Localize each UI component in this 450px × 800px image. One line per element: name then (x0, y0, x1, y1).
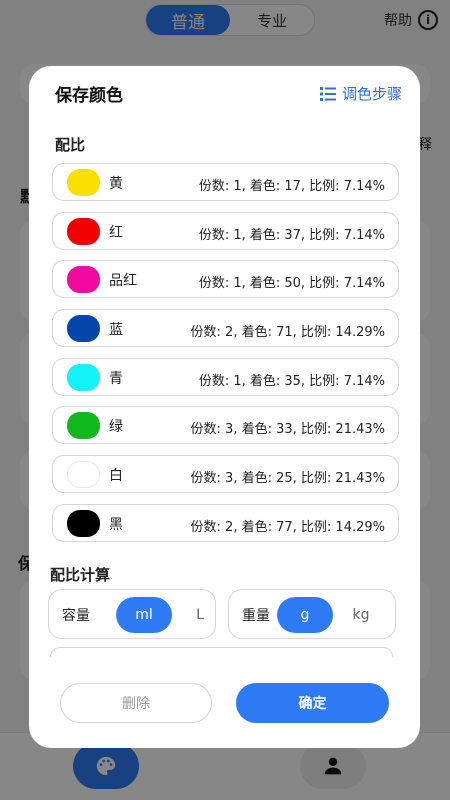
color-name: 品红 (109, 273, 137, 289)
color-name: 黑 (109, 517, 123, 533)
mixing-steps-label: 调色步骤 (341, 85, 402, 103)
save-color-dialog: 保存颜色 调色步骤 配比 黄 份数: 1, 着色: 17, 比例: 7.14% … (29, 66, 420, 748)
unit-kg-option[interactable]: kg (333, 597, 389, 633)
color-info: 份数: 3, 着色: 33, 比例: 21.43% (190, 422, 385, 437)
color-info: 份数: 2, 着色: 71, 比例: 14.29% (190, 325, 385, 340)
swatch-blue (67, 315, 100, 342)
delete-button[interactable]: 删除 (60, 683, 212, 723)
color-info: 份数: 1, 着色: 35, 比例: 7.14% (198, 374, 385, 389)
swatch-cyan (67, 364, 100, 391)
color-name: 红 (109, 225, 123, 241)
color-row-white: 白 份数: 3, 着色: 25, 比例: 21.43% (52, 455, 399, 493)
color-row-magenta: 品红 份数: 1, 着色: 50, 比例: 7.14% (52, 260, 399, 298)
swatch-red (67, 218, 100, 245)
weight-label: 重量 (242, 608, 270, 624)
color-info: 份数: 1, 着色: 17, 比例: 7.14% (198, 179, 385, 194)
swatch-black (67, 510, 100, 537)
color-name: 白 (109, 468, 123, 484)
list-icon (319, 86, 336, 101)
unit-g-option[interactable]: g (277, 597, 333, 633)
unit-ml-option[interactable]: ml (116, 597, 172, 633)
swatch-yellow (67, 169, 100, 196)
color-row-yellow: 黄 份数: 1, 着色: 17, 比例: 7.14% (52, 163, 399, 201)
swatch-green (67, 412, 100, 439)
calc-section-title: 配比计算 (50, 566, 111, 584)
calc-input-field[interactable] (50, 647, 393, 657)
volume-label: 容量 (62, 608, 90, 624)
weight-unit-selector: 重量 g kg (228, 589, 396, 639)
color-info: 份数: 1, 着色: 50, 比例: 7.14% (198, 276, 385, 291)
color-row-green: 绿 份数: 3, 着色: 33, 比例: 21.43% (52, 406, 399, 444)
color-row-black: 黑 份数: 2, 着色: 77, 比例: 14.29% (52, 504, 399, 542)
color-name: 青 (109, 371, 123, 387)
ratio-section-title: 配比 (55, 136, 86, 154)
unit-l-option[interactable]: L (172, 597, 228, 633)
swatch-white (67, 461, 100, 488)
confirm-button[interactable]: 确定 (236, 683, 389, 723)
color-row-red: 红 份数: 1, 着色: 37, 比例: 7.14% (52, 212, 399, 250)
volume-unit-selector: 容量 ml L (48, 589, 216, 639)
color-name: 蓝 (109, 322, 123, 338)
color-info: 份数: 1, 着色: 37, 比例: 7.14% (198, 228, 385, 243)
mixing-steps-link[interactable]: 调色步骤 (319, 83, 402, 104)
color-info: 份数: 3, 着色: 25, 比例: 21.43% (190, 471, 385, 486)
color-name: 黄 (109, 176, 123, 192)
color-row-blue: 蓝 份数: 2, 着色: 71, 比例: 14.29% (52, 309, 399, 347)
weight-unit-toggle[interactable]: g kg (277, 597, 389, 633)
volume-unit-toggle[interactable]: ml L (116, 597, 228, 633)
dialog-title: 保存颜色 (55, 86, 123, 106)
color-info: 份数: 2, 着色: 77, 比例: 14.29% (190, 520, 385, 535)
swatch-magenta (67, 266, 100, 293)
color-row-cyan: 青 份数: 1, 着色: 35, 比例: 7.14% (52, 358, 399, 396)
color-name: 绿 (109, 419, 123, 435)
